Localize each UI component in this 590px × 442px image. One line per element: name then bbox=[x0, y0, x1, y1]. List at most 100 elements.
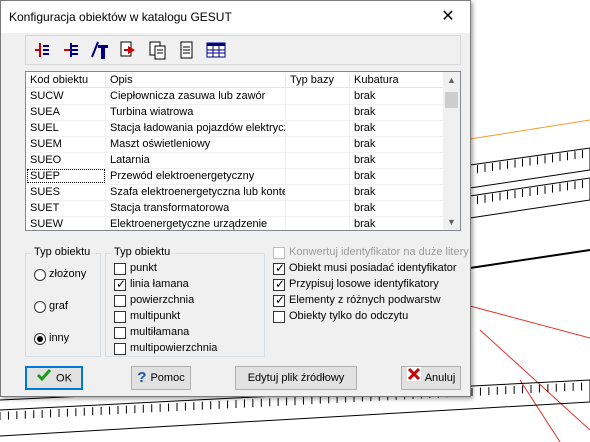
checkbox-label: Przypisuj losowe identyfikatory bbox=[289, 278, 439, 290]
checkbox-box[interactable] bbox=[114, 343, 126, 355]
export-icon[interactable] bbox=[118, 39, 140, 61]
checkbox-box[interactable] bbox=[114, 327, 126, 339]
check-mark-icon: ✓ bbox=[116, 277, 127, 291]
table-cell[interactable]: brak bbox=[350, 216, 444, 230]
table-cell[interactable] bbox=[286, 136, 350, 152]
table-cell[interactable]: brak bbox=[350, 184, 444, 200]
table-cell[interactable]: Elektroenergetyczne urządzenie bbox=[106, 216, 286, 230]
table-header: Kod obiektu Opis Typ bazy Kubatura bbox=[26, 72, 444, 88]
checkbox-box[interactable] bbox=[114, 263, 126, 275]
table-cell[interactable]: SUET bbox=[26, 200, 106, 216]
table-row[interactable]: SUEA Turbina wiatrowa brak bbox=[26, 104, 444, 121]
copy-icon[interactable] bbox=[147, 39, 169, 61]
table-cell[interactable]: Stacja ładowania pojazdów elektrycznych bbox=[106, 120, 286, 136]
table-cell[interactable]: SUEO bbox=[26, 152, 106, 168]
radio-dot[interactable] bbox=[34, 301, 46, 313]
table-cell[interactable] bbox=[286, 152, 350, 168]
table-cell[interactable]: SUEL bbox=[26, 120, 106, 136]
insert-row-icon[interactable] bbox=[31, 39, 53, 61]
table-cell[interactable] bbox=[286, 120, 350, 136]
table-cell[interactable]: SUEM bbox=[26, 136, 106, 152]
col-header[interactable]: Opis bbox=[106, 73, 286, 87]
checkbox-label: Obiekt musi posiadać identyfikator bbox=[289, 262, 457, 274]
help-label: Pomoc bbox=[150, 372, 185, 384]
table-cell[interactable]: Szafa elektroenergetyczna lub kontener bbox=[106, 184, 286, 200]
table-row[interactable]: SUCW Ciepłownicza zasuwa lub zawór brak bbox=[26, 88, 444, 105]
table-cell[interactable] bbox=[286, 216, 350, 230]
table-cell[interactable] bbox=[286, 184, 350, 200]
table-row[interactable]: SUES Szafa elektroenergetyczna lub konten… bbox=[26, 184, 444, 201]
help-icon: ? bbox=[137, 369, 147, 387]
radio-label: inny bbox=[49, 332, 70, 344]
text-format-icon[interactable] bbox=[89, 39, 111, 61]
table-cell[interactable]: SUEW bbox=[26, 216, 106, 230]
radio-dot[interactable] bbox=[34, 333, 46, 345]
cancel-label: Anuluj bbox=[424, 372, 456, 384]
ok-button[interactable]: OK bbox=[25, 366, 83, 390]
table-cell[interactable]: Stacja transformatorowa bbox=[106, 200, 286, 216]
table-row[interactable]: SUET Stacja transformatorowa brak bbox=[26, 200, 444, 217]
checkbox-box[interactable]: ✓ bbox=[273, 294, 285, 307]
checkbox-box[interactable]: ✓ bbox=[273, 277, 286, 291]
table-cell[interactable] bbox=[286, 200, 350, 216]
close-button[interactable]: ✕ bbox=[428, 3, 468, 31]
table-cell[interactable] bbox=[286, 88, 350, 104]
checkbox-box[interactable] bbox=[273, 311, 285, 323]
check-mark-icon: ✓ bbox=[275, 261, 286, 275]
table-scrollbar[interactable]: ▲ ▼ bbox=[443, 72, 460, 230]
table-cell[interactable]: Latarnia bbox=[106, 152, 286, 168]
col-header[interactable]: Kubatura bbox=[350, 73, 444, 87]
col-header[interactable]: Kod obiektu bbox=[26, 73, 106, 87]
table-cell[interactable]: brak bbox=[350, 168, 444, 184]
group-title: Typ obiektu bbox=[112, 246, 173, 258]
document-icon[interactable] bbox=[176, 39, 198, 61]
map-red-line bbox=[469, 305, 590, 339]
table-cell[interactable] bbox=[286, 168, 350, 184]
table-cell[interactable]: SUEA bbox=[26, 104, 106, 120]
table-cell[interactable]: SUES bbox=[26, 184, 106, 200]
table-icon[interactable] bbox=[205, 39, 227, 61]
scroll-thumb[interactable] bbox=[445, 92, 458, 108]
table-cell[interactable]: SUCW bbox=[26, 88, 106, 104]
help-button[interactable]: ? Pomoc bbox=[131, 366, 191, 390]
table-cell[interactable]: brak bbox=[350, 104, 444, 120]
table-cell[interactable]: Maszt oświetleniowy bbox=[106, 136, 286, 152]
checkbox-box[interactable]: ✓ bbox=[273, 261, 286, 275]
map-black-line bbox=[469, 249, 590, 269]
checkbox-box[interactable] bbox=[114, 311, 126, 323]
checkbox-label: punkt bbox=[130, 262, 157, 274]
table-row[interactable]: SUEP Przewód elektroenergetyczny brak bbox=[26, 168, 444, 185]
table-cell[interactable] bbox=[286, 104, 350, 120]
table-cell[interactable]: brak bbox=[350, 152, 444, 168]
table-row[interactable]: SUEO Latarnia brak bbox=[26, 152, 444, 169]
table-cell[interactable]: brak bbox=[350, 200, 444, 216]
geometry-type-group: Typ obiektu punkt ✓ linia łamana powierzchn… bbox=[105, 246, 265, 357]
checkbox-box bbox=[273, 247, 285, 259]
checkbox-box[interactable] bbox=[114, 295, 126, 307]
table-cell[interactable]: brak bbox=[350, 120, 444, 136]
edit-source-button[interactable]: Edytuj plik źródłowy bbox=[235, 366, 357, 390]
delete-row-icon[interactable] bbox=[60, 39, 82, 61]
title-bar: Konfiguracja obiektów w katalogu GESUT ✕ bbox=[1, 1, 470, 33]
table-row[interactable]: SUELStacja ładowania pojazdów elektryczn… bbox=[26, 120, 444, 137]
table-cell[interactable]: Turbina wiatrowa bbox=[106, 104, 286, 120]
table-cell[interactable]: SUEP bbox=[26, 168, 106, 184]
radio-dot[interactable] bbox=[34, 269, 46, 281]
table-cell[interactable]: Ciepłownicza zasuwa lub zawór bbox=[106, 88, 286, 104]
checkbox-label: Konwertuj identyfikator na duże litery bbox=[289, 246, 469, 258]
scroll-up-icon[interactable]: ▲ bbox=[443, 72, 460, 88]
table-row[interactable]: SUEM Maszt oświetleniowy brak bbox=[26, 136, 444, 153]
table-row[interactable]: SUEW Elektroenergetyczne urządzenie brak bbox=[26, 216, 444, 230]
map-red-line bbox=[519, 379, 561, 442]
object-type-radio-group: Typ obiektu złożony graf inny bbox=[25, 246, 101, 357]
checkbox-box[interactable]: ✓ bbox=[114, 277, 127, 291]
scroll-down-icon[interactable]: ▼ bbox=[443, 214, 460, 230]
edit-source-label: Edytuj plik źródłowy bbox=[247, 372, 345, 384]
cancel-button[interactable]: Anuluj bbox=[401, 366, 461, 390]
col-header[interactable]: Typ bazy bbox=[286, 73, 350, 87]
table-cell[interactable]: brak bbox=[350, 88, 444, 104]
table-cell[interactable]: Przewód elektroenergetyczny bbox=[106, 168, 286, 184]
objects-table[interactable]: Kod obiektu Opis Typ bazy Kubatura SUCW C… bbox=[25, 71, 461, 231]
check-mark-icon: ✓ bbox=[275, 277, 286, 291]
table-cell[interactable]: brak bbox=[350, 136, 444, 152]
